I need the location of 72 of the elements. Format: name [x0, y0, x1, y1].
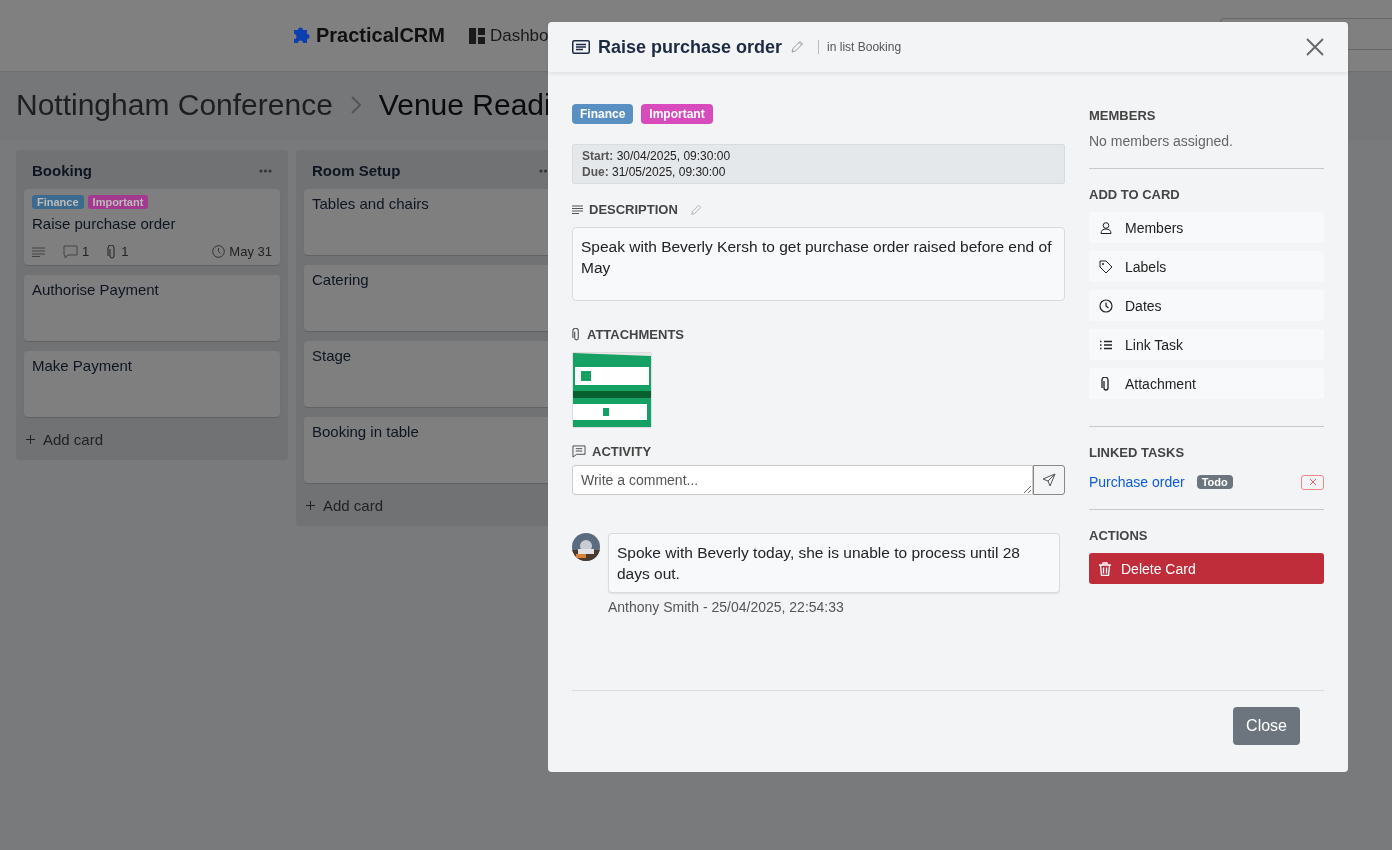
clock-icon: [212, 245, 226, 258]
add-card-button[interactable]: Add card: [24, 427, 106, 456]
add-card-button[interactable]: Add card: [304, 493, 386, 522]
section-heading: MEMBERS: [1089, 108, 1157, 123]
card-title: Booking in table: [312, 423, 420, 440]
status-badge: Todo: [1196, 475, 1233, 489]
remove-button[interactable]: [1301, 474, 1324, 490]
section-heading: LINKED TASKS: [1089, 445, 1186, 460]
label-tag: Finance: [572, 104, 634, 124]
task-card[interactable]: Make Payment: [24, 351, 280, 417]
task-card[interactable]: Authorise Payment: [24, 275, 280, 341]
section-heading: ATTACHMENTS: [587, 327, 684, 342]
comment-meta: Anthony Smith - 25/04/2025, 22:54:33: [608, 599, 845, 615]
members-text: No members assigned.: [1089, 133, 1234, 149]
label-tag: Important: [87, 195, 149, 209]
add-to-card-button[interactable]: Labels: [1089, 251, 1324, 282]
due-date: May 31: [229, 244, 272, 259]
avatar: [572, 533, 600, 561]
paperclip-icon: [572, 328, 581, 341]
comment-text: Spoke with Beverly today, she is unable to process until 28 days out.: [617, 544, 1020, 582]
puzzle-icon: [292, 26, 312, 45]
section-heading: ACTIONS: [1089, 528, 1149, 543]
send-button[interactable]: [1033, 465, 1065, 495]
close-icon: [1308, 478, 1317, 486]
brand-name[interactable]: PracticalCRM: [316, 24, 445, 47]
date-text: Due: 31/05/2025, 09:30:00: [582, 165, 727, 179]
card-title: Catering: [312, 271, 370, 288]
description-box[interactable]: Speak with Beverly Kersh to get purchase order raised before end of May: [572, 227, 1065, 301]
card-title: Tables and chairs: [312, 195, 430, 212]
tag-icon: [1099, 259, 1113, 274]
section-heading: ACTIVITY: [592, 444, 652, 459]
chevron-icon: [348, 94, 363, 116]
close-button[interactable]: Close: [1233, 707, 1300, 745]
add-to-card-button[interactable]: Members: [1089, 212, 1324, 243]
breadcrumb-item[interactable]: Nottingham Conference: [16, 88, 333, 122]
card-title: Raise purchase order: [32, 215, 177, 232]
label-tag: Important: [641, 104, 713, 124]
paperclip-icon: [107, 244, 118, 259]
description-text: Speak with Beverly Kersh to get purchase order raised before end of May: [581, 238, 1052, 276]
plus-icon: [26, 435, 35, 444]
list-title: Booking: [32, 162, 92, 179]
label-tag: Finance: [32, 195, 84, 209]
description-icon: [572, 205, 583, 214]
add-to-card-button[interactable]: Attachment: [1089, 368, 1324, 399]
section-heading: ADD TO CARD: [1089, 187, 1181, 202]
send-icon: [1042, 473, 1056, 487]
attachment-count: 1: [121, 244, 129, 259]
nav-link[interactable]: Dashbo: [468, 25, 549, 46]
plus-icon: [306, 501, 315, 510]
comment-icon: [63, 244, 78, 259]
add-to-card-button[interactable]: Link Task: [1089, 329, 1324, 360]
clock-icon: [1099, 298, 1113, 313]
comment-field[interactable]: Write a comment...: [572, 465, 1033, 495]
person-icon: [1099, 220, 1113, 235]
section-heading: DESCRIPTION: [589, 202, 678, 217]
dialog-title: Raise purchase order: [598, 36, 783, 58]
card-icon: [572, 40, 590, 54]
comment-icon: [572, 445, 586, 458]
task-card[interactable]: Finance Important Raise purchase order 1 1 May 31: [24, 189, 280, 265]
delete-button[interactable]: Delete Card: [1089, 553, 1324, 584]
comment-count: 1: [82, 244, 90, 259]
trash-icon: [1099, 561, 1111, 576]
list-info: in list Booking: [818, 40, 902, 54]
close-icon[interactable]: [1306, 38, 1324, 56]
card-title: Stage: [312, 347, 353, 364]
task-link[interactable]: Purchase order: [1089, 474, 1185, 490]
add-to-card-button[interactable]: Dates: [1089, 290, 1324, 321]
dashboard-icon: [468, 27, 485, 44]
list-title: Room Setup: [312, 162, 401, 179]
date-text: Start: 30/04/2025, 09:30:00: [582, 149, 732, 163]
card-title: Authorise Payment: [32, 281, 160, 298]
card-title: Make Payment: [32, 357, 134, 374]
